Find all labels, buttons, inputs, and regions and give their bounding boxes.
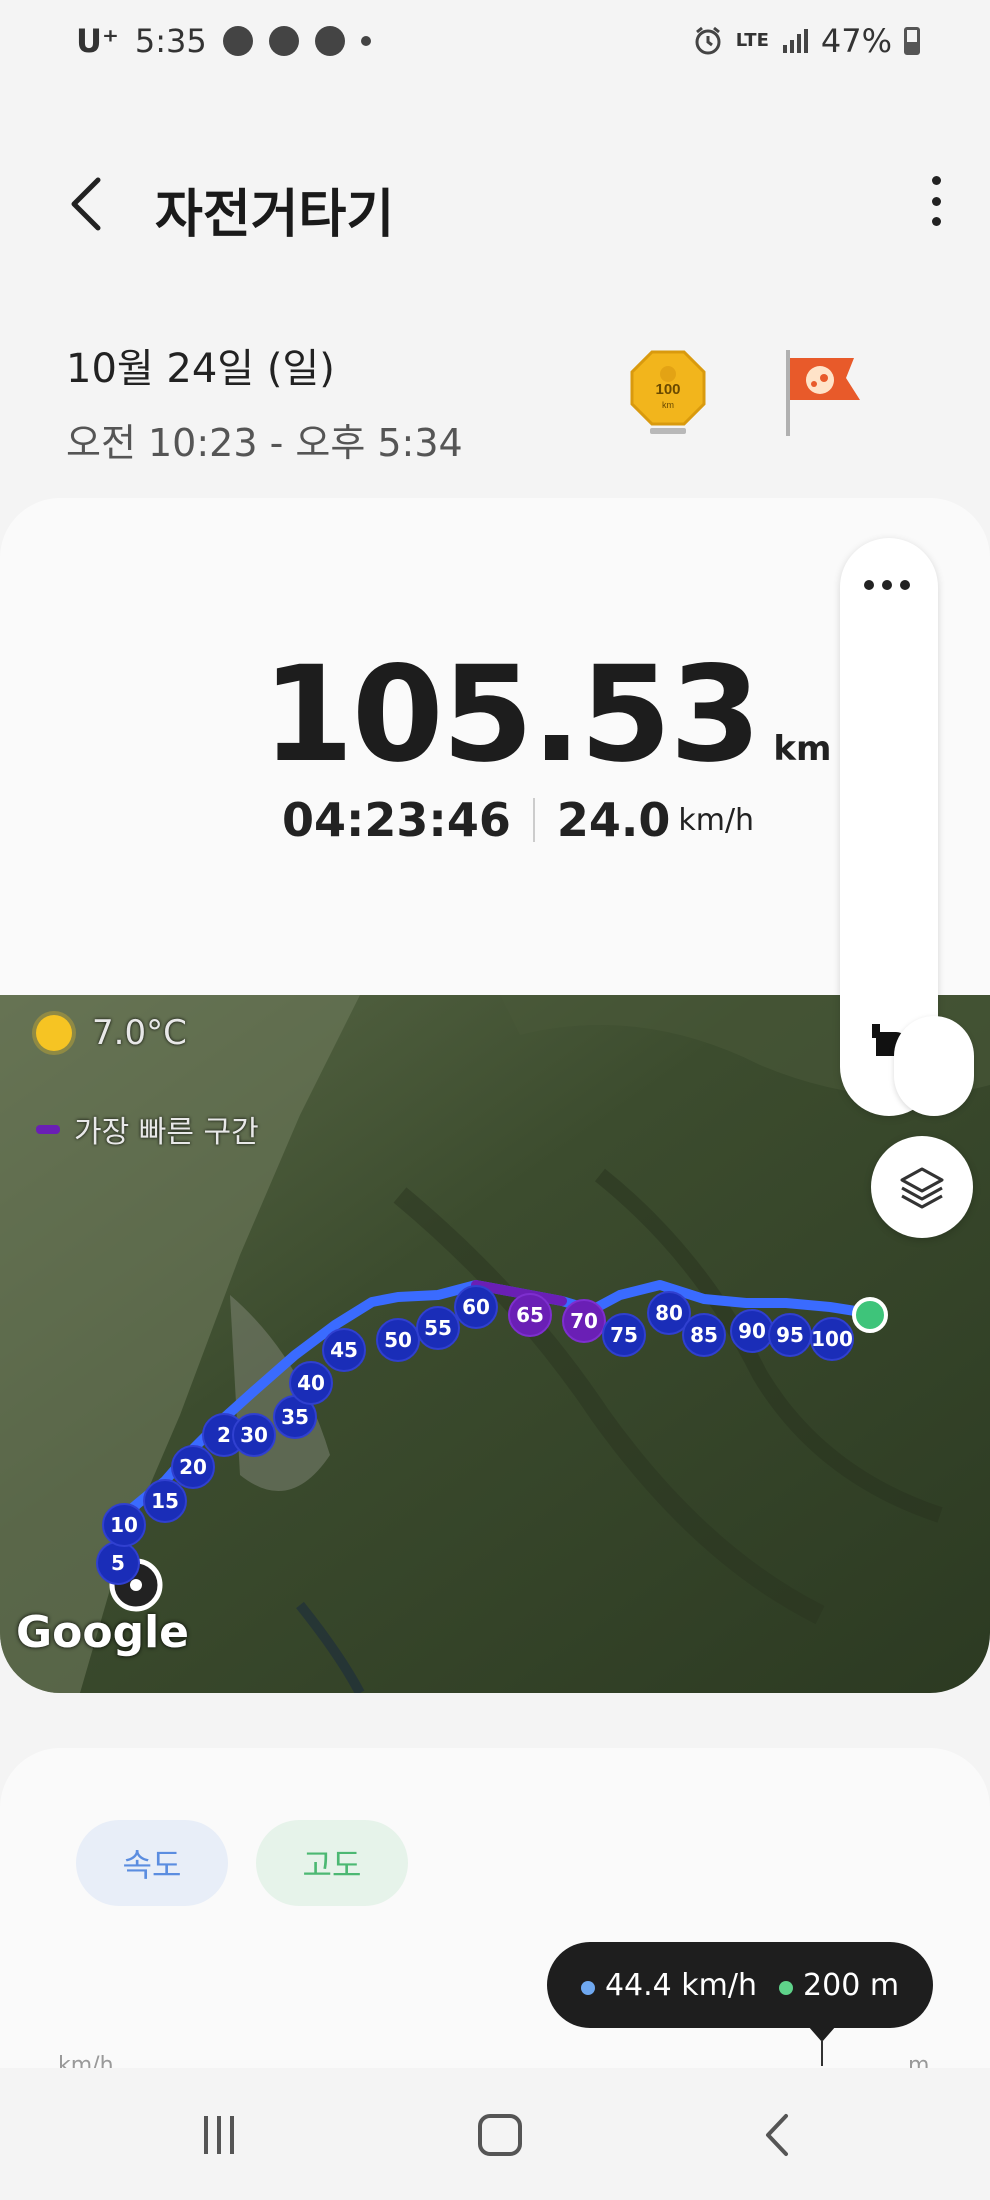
tooltip-speed-value: 44.4 km/h [604, 1967, 758, 2003]
map-more-button[interactable] [864, 580, 910, 590]
carrier-label: U⁺ [76, 22, 119, 60]
km-marker: 20 [171, 1445, 215, 1489]
sub-stats: 04:23:46 24.0 km/h [282, 793, 754, 847]
layers-icon [900, 1167, 944, 1209]
signal-icon [782, 29, 808, 53]
back-icon[interactable] [62, 174, 112, 234]
notification-icon [222, 26, 253, 56]
chart-tooltip: 44.4 km/h 200 m [547, 1942, 933, 2028]
more-dot-icon [931, 217, 941, 226]
more-options-button[interactable] [926, 176, 946, 226]
km-marker: 30 [232, 1413, 276, 1457]
tooltip-altitude-value: 200 m [803, 1967, 900, 2003]
recent-bar-icon [204, 2116, 208, 2154]
100km-badge-icon[interactable]: 100 km [628, 348, 708, 438]
km-marker: 40 [289, 1361, 333, 1405]
altitude-dot-icon [779, 1980, 794, 1995]
more-dot-icon [882, 580, 892, 590]
distance-unit: km [773, 729, 832, 769]
app-b-icon [268, 26, 299, 56]
weather-info: 7.0°C [36, 1013, 187, 1053]
avg-speed-value: 24.0 [556, 793, 671, 847]
end-point-icon [852, 1297, 888, 1333]
nav-back-icon[interactable] [762, 2112, 792, 2158]
more-notifications-icon [360, 36, 371, 46]
tab-altitude[interactable]: 고도 [256, 1820, 408, 1906]
system-nav-bar [0, 2068, 990, 2200]
tmon-icon [314, 26, 345, 56]
more-dot-icon [900, 580, 910, 590]
badge-unit: km [662, 400, 674, 410]
stats-divider [532, 798, 535, 842]
speed-dot-icon [580, 1980, 595, 1995]
session-date: 10월 24일 (일) [66, 346, 335, 392]
km-marker: 10 [102, 1503, 146, 1547]
recent-bar-icon [217, 2116, 221, 2154]
route-flag-badge-icon[interactable] [780, 348, 870, 438]
distance-display: 105.53 km [262, 638, 831, 792]
alarm-icon [695, 26, 721, 55]
app-header: 자전거타기 [0, 150, 990, 250]
home-button[interactable] [478, 2114, 522, 2156]
map-side-button[interactable] [894, 1016, 974, 1116]
badge-distance: 100 [655, 381, 680, 398]
km-marker: 65 [508, 1293, 552, 1337]
km-marker: 70 [562, 1299, 606, 1343]
google-attribution: Google [16, 1607, 189, 1658]
session-time-range: 오전 10:23 - 오후 5:34 [66, 421, 463, 465]
km-marker: 60 [454, 1285, 498, 1329]
tooltip-altitude: 200 m [779, 1968, 899, 2003]
more-dot-icon [864, 580, 874, 590]
tooltip-speed: 44.4 km/h [580, 1967, 758, 2003]
network-label: LTE [735, 30, 769, 51]
status-left: U⁺ 5:35 [76, 22, 371, 60]
km-marker: 50 [376, 1318, 420, 1362]
km-marker: 75 [602, 1313, 646, 1357]
status-right: LTE 47% [692, 22, 920, 60]
status-bar: U⁺ 5:35 LTE 47% [0, 0, 990, 86]
duration-value: 04:23:46 [282, 793, 511, 847]
map-layers-button[interactable] [871, 1136, 973, 1238]
distance-value: 105.53 [262, 638, 761, 792]
km-marker: 45 [322, 1328, 366, 1372]
clock: 5:35 [134, 22, 207, 60]
recent-bar-icon [230, 2116, 234, 2154]
km-marker: 85 [682, 1313, 726, 1357]
km-marker: 100 [810, 1317, 854, 1361]
battery-icon [904, 27, 920, 55]
weather-temp: 7.0°C [92, 1013, 187, 1053]
battery-percent: 47% [820, 22, 892, 60]
recent-apps-button[interactable] [204, 2116, 234, 2154]
sun-icon [36, 1015, 72, 1051]
more-dot-icon [931, 176, 941, 185]
km-marker: 95 [768, 1313, 812, 1357]
more-dot-icon [931, 196, 941, 206]
km-marker: 5 [96, 1541, 140, 1585]
legend-swatch [36, 1124, 60, 1134]
route-map[interactable]: 7.0°C 가장 빠른 구간 5 10 15 20 2 30 35 40 45 50 55 60 65 7… [0, 995, 990, 1693]
avg-speed-unit: km/h [678, 802, 755, 838]
legend-label: 가장 빠른 구간 [74, 1115, 259, 1150]
km-marker: 55 [416, 1306, 460, 1350]
page-title: 자전거타기 [155, 185, 395, 245]
map-legend: 가장 빠른 구간 [36, 1107, 259, 1151]
tab-speed[interactable]: 속도 [76, 1820, 228, 1906]
session-date-block: 10월 24일 (일) 오전 10:23 - 오후 5:34 [66, 336, 463, 467]
chart-cursor-line[interactable] [821, 2040, 823, 2066]
